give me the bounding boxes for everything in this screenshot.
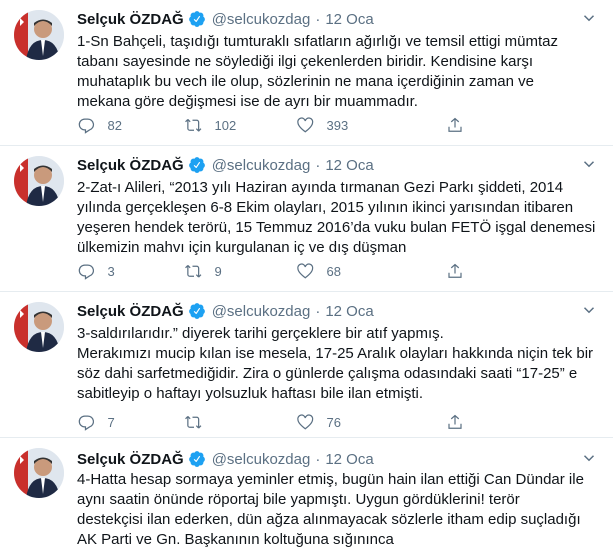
author-handle[interactable]: @selcukozdag [212, 303, 311, 320]
tweet-actions: 82 102 393 [77, 115, 537, 135]
timestamp[interactable]: 12 Oca [325, 157, 373, 174]
tweet-1[interactable]: Selçuk ÖZDAĞ @selcukozdag · 12 Oca 1-Sn … [0, 0, 613, 146]
tweet-header: Selçuk ÖZDAĞ @selcukozdag · 12 Oca [77, 9, 374, 29]
reply-icon [78, 118, 95, 134]
verified-badge-icon [188, 302, 206, 320]
share-icon [448, 414, 462, 429]
like-button[interactable]: 393 [296, 115, 446, 135]
like-button[interactable]: 76 [296, 412, 446, 432]
tweet-thread: Selçuk ÖZDAĞ @selcukozdag · 12 Oca 1-Sn … [0, 0, 613, 558]
retweet-count: 102 [214, 117, 237, 133]
retweet-count: 9 [214, 263, 222, 279]
avatar[interactable] [14, 156, 64, 206]
reply-count: 82 [107, 117, 122, 133]
verified-badge-icon [188, 450, 206, 468]
tweet-header: Selçuk ÖZDAĞ @selcukozdag · 12 Oca [77, 155, 374, 175]
like-icon [297, 263, 314, 279]
author-handle[interactable]: @selcukozdag [212, 157, 311, 174]
tweet-2[interactable]: Selçuk ÖZDAĞ @selcukozdag · 12 Oca 2-Zat… [0, 146, 613, 292]
retweet-icon [185, 118, 202, 132]
separator: · [315, 156, 321, 174]
reply-button[interactable]: 82 [77, 115, 184, 135]
reply-button[interactable]: 3 [77, 261, 184, 281]
tweet-3[interactable]: Selçuk ÖZDAĞ @selcukozdag · 12 Oca 3-sal… [0, 292, 613, 438]
more-icon[interactable] [579, 9, 599, 29]
tweet-header: Selçuk ÖZDAĞ @selcukozdag · 12 Oca [77, 449, 374, 469]
reply-count: 7 [107, 414, 115, 430]
tweet-text: 4-Hatta hesap sormaya yeminler etmiş, bu… [77, 471, 584, 548]
reply-icon [78, 264, 95, 280]
like-icon [297, 414, 314, 430]
retweet-icon [185, 264, 202, 278]
share-icon [448, 263, 462, 278]
retweet-button[interactable] [184, 412, 296, 432]
separator: · [315, 302, 321, 320]
share-button[interactable] [446, 261, 476, 281]
tweet-text: 1-Sn Bahçeli, taşıdığı tumturaklı sıfatl… [77, 33, 559, 110]
author-handle[interactable]: @selcukozdag [212, 451, 311, 468]
reply-button[interactable]: 7 [77, 412, 184, 432]
retweet-button[interactable]: 9 [184, 261, 296, 281]
like-count: 68 [326, 263, 341, 279]
tweet-text: 2-Zat-ı Alileri, “2013 yılı Haziran ayın… [77, 179, 596, 256]
avatar[interactable] [14, 302, 64, 352]
separator: · [315, 450, 321, 468]
like-icon [297, 117, 314, 133]
tweet-header: Selçuk ÖZDAĞ @selcukozdag · 12 Oca [77, 301, 374, 321]
author-handle[interactable]: @selcukozdag [212, 11, 311, 28]
avatar[interactable] [14, 448, 64, 498]
reply-icon [78, 415, 95, 431]
like-button[interactable]: 68 [296, 261, 446, 281]
share-button[interactable] [446, 412, 476, 432]
share-icon [448, 117, 462, 132]
timestamp[interactable]: 12 Oca [325, 303, 373, 320]
tweet-text: 3-saldırılarıdır.” diyerek tarihi gerçek… [77, 325, 594, 402]
like-count: 76 [326, 414, 341, 430]
verified-badge-icon [188, 10, 206, 28]
more-icon[interactable] [579, 449, 599, 469]
verified-badge-icon [188, 156, 206, 174]
share-button[interactable] [446, 115, 476, 135]
author-name[interactable]: Selçuk ÖZDAĞ [77, 157, 184, 174]
reply-count: 3 [107, 263, 115, 279]
retweet-icon [185, 415, 202, 429]
retweet-button[interactable]: 102 [184, 115, 296, 135]
tweet-actions: 3 9 68 [77, 261, 537, 281]
timestamp[interactable]: 12 Oca [325, 11, 373, 28]
timestamp[interactable]: 12 Oca [325, 451, 373, 468]
author-name[interactable]: Selçuk ÖZDAĞ [77, 11, 184, 28]
tweet-4[interactable]: Selçuk ÖZDAĞ @selcukozdag · 12 Oca 4-Hat… [0, 438, 613, 558]
avatar[interactable] [14, 10, 64, 60]
like-count: 393 [326, 117, 349, 133]
more-icon[interactable] [579, 155, 599, 175]
more-icon[interactable] [579, 301, 599, 321]
tweet-actions: 7 76 [77, 412, 537, 432]
author-name[interactable]: Selçuk ÖZDAĞ [77, 451, 184, 468]
author-name[interactable]: Selçuk ÖZDAĞ [77, 303, 184, 320]
separator: · [315, 10, 321, 28]
